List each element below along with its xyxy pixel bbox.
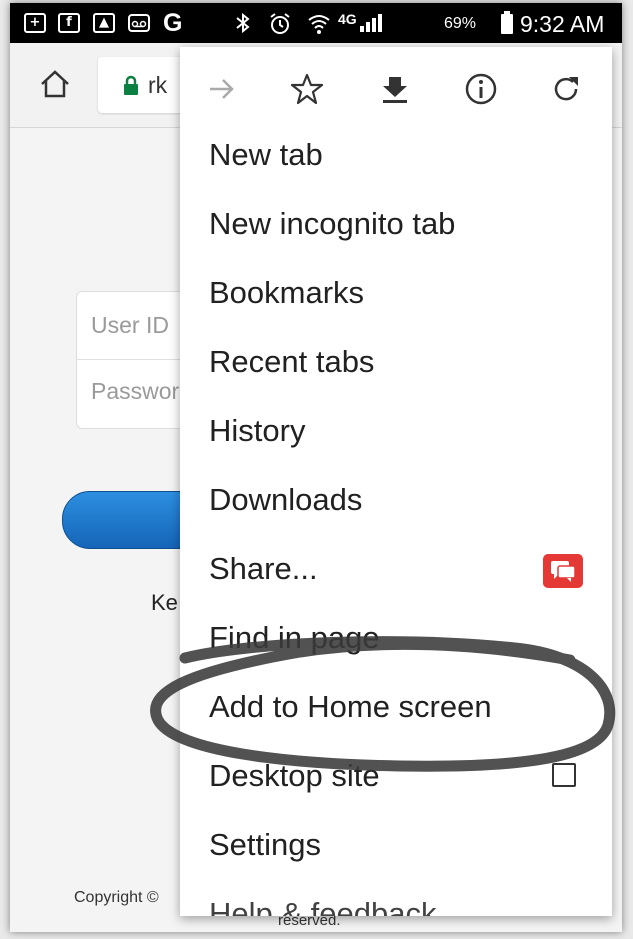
password-input[interactable]: Password	[91, 378, 192, 405]
phone-screen: + f ▲ G 4G 69% 9:32 AM rk User ID Passwo…	[10, 3, 622, 932]
menu-item-history[interactable]: History	[180, 399, 612, 468]
url-text: rk	[148, 72, 168, 98]
menu-icon-row	[180, 47, 612, 131]
voicemail-icon	[128, 12, 150, 34]
image-icon: ▲	[93, 13, 115, 33]
download-icon[interactable]	[377, 71, 413, 107]
share-app-icon	[543, 554, 583, 588]
menu-item-bookmarks[interactable]: Bookmarks	[180, 261, 612, 330]
status-bar: + f ▲ G 4G 69% 9:32 AM	[10, 3, 622, 43]
wifi-icon	[307, 12, 330, 34]
desktop-site-checkbox[interactable]	[552, 763, 576, 787]
menu-item-recent-tabs[interactable]: Recent tabs	[180, 330, 612, 399]
menu-item-label: History	[209, 413, 306, 448]
bluetooth-icon	[232, 12, 254, 34]
user-id-input[interactable]: User ID	[91, 312, 169, 339]
lte-signal-icon: 4G	[338, 11, 357, 27]
menu-item-label: Find in page	[209, 620, 380, 655]
menu-item-add-to-home-screen[interactable]: Add to Home screen	[180, 675, 612, 744]
menu-item-label: Recent tabs	[209, 344, 375, 379]
forward-arrow-icon[interactable]	[204, 71, 240, 107]
menu-item-label: New incognito tab	[209, 206, 456, 241]
home-icon[interactable]	[38, 67, 72, 101]
menu-item-find-in-page[interactable]: Find in page	[180, 606, 612, 675]
menu-item-share[interactable]: Share...	[180, 537, 612, 606]
clock-time: 9:32 AM	[520, 11, 605, 37]
menu-item-label: Bookmarks	[209, 275, 365, 310]
signal-bars-icon	[358, 12, 382, 34]
info-icon[interactable]	[463, 71, 499, 107]
battery-percent: 69%	[444, 15, 477, 32]
menu-item-settings[interactable]: Settings	[180, 813, 612, 882]
menu-item-label: Settings	[209, 827, 322, 862]
plus-box-icon: +	[24, 13, 46, 33]
battery-icon	[501, 11, 513, 34]
menu-item-help-feedback[interactable]: Help & feedback	[180, 882, 612, 916]
menu-item-downloads[interactable]: Downloads	[180, 468, 612, 537]
menu-item-label: Help & feedback	[209, 896, 437, 916]
google-icon: G	[163, 9, 183, 37]
menu-item-desktop-site[interactable]: Desktop site	[180, 744, 612, 813]
refresh-icon[interactable]	[548, 71, 584, 107]
menu-item-label: Add to Home screen	[209, 689, 492, 724]
menu-item-new-incognito-tab[interactable]: New incognito tab	[180, 192, 612, 261]
menu-item-new-tab[interactable]: New tab	[180, 123, 612, 192]
keep-signed-in-text: Ke	[151, 590, 178, 615]
menu-item-label: Downloads	[209, 482, 363, 517]
alarm-icon	[268, 12, 290, 34]
menu-item-label: Desktop site	[209, 758, 380, 793]
copyright-text: Copyright ©	[74, 889, 159, 906]
menu-item-label: Share...	[209, 551, 318, 586]
menu-item-label: New tab	[209, 137, 323, 172]
lock-icon	[123, 75, 139, 95]
facebook-icon: f	[58, 13, 80, 33]
overflow-menu: New tab New incognito tab Bookmarks Rece…	[180, 47, 612, 916]
bookmark-star-icon[interactable]	[289, 71, 325, 107]
